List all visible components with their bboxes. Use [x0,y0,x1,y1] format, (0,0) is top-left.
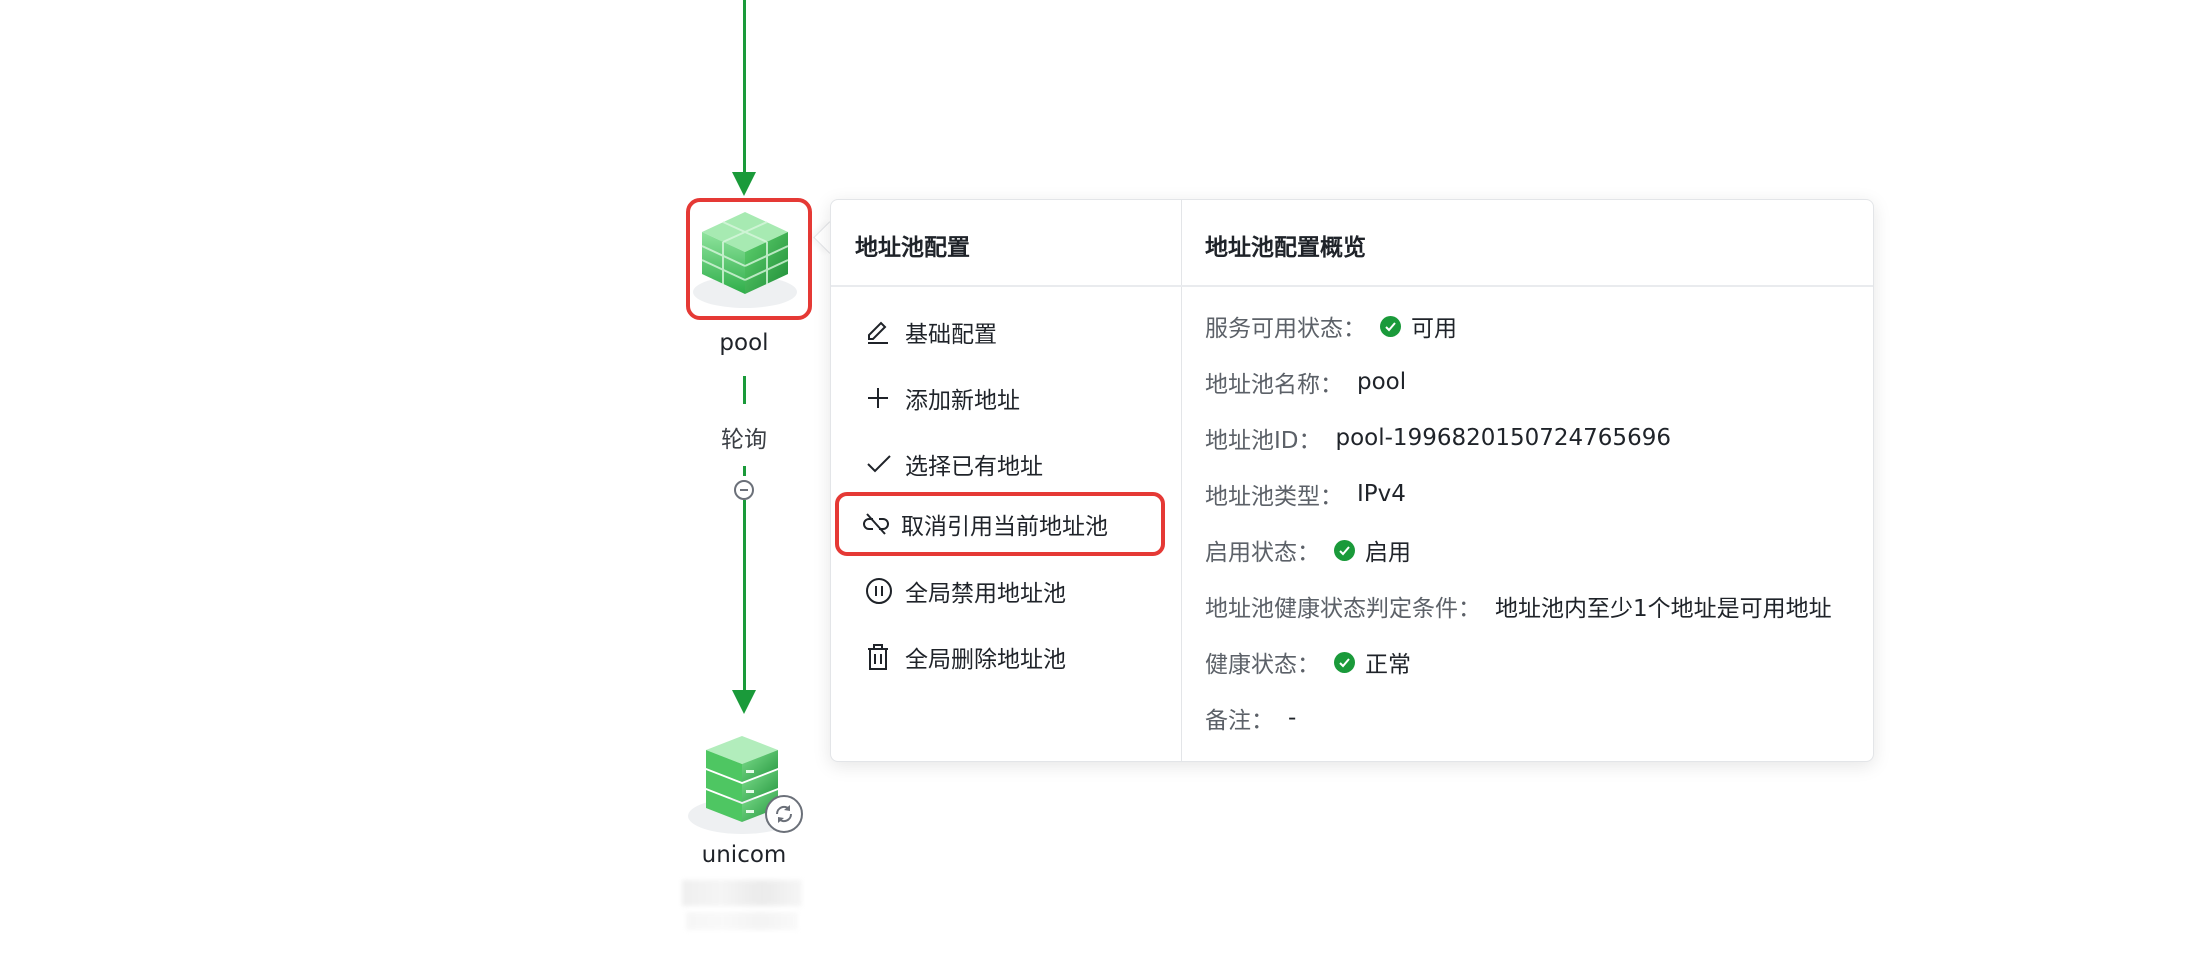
menu-delete-pool-globally[interactable]: 全局删除地址池 [851,634,1161,680]
service-status-value: 可用 [1411,316,1457,342]
flow-arrow-into-unicom [732,690,756,714]
menu-basic-config[interactable]: 基础配置 [851,309,1161,355]
status-ok-icon [1334,651,1355,673]
flow-line-bottom [743,500,746,692]
menu-select-existing-address[interactable]: 选择已有地址 [851,441,1161,487]
pool-overview-title: 地址池配置概览 [1205,235,1366,261]
check-icon [865,449,899,479]
flow-line-middle-2 [743,466,746,476]
pause-circle-icon [865,576,899,606]
pool-config-title: 地址池配置 [855,235,970,261]
plus-icon [865,383,899,413]
pool-node-highlight [686,198,812,320]
status-ok-icon [1380,315,1401,337]
flow-line-top [743,0,746,172]
sync-icon[interactable] [765,795,803,833]
flow-line-middle-1 [743,376,746,404]
edit-icon [865,317,899,347]
pool-node-label: pool [719,330,769,356]
overview-pool-type: 地址池类型： IPv4 [1205,481,1406,510]
menu-disable-pool-globally-label: 全局禁用地址池 [905,581,1066,607]
menu-select-existing-address-label: 选择已有地址 [905,454,1043,480]
pool-type-value: IPv4 [1357,481,1406,507]
menu-add-new-address-label: 添加新地址 [905,388,1020,414]
menu-disable-pool-globally[interactable]: 全局禁用地址池 [851,568,1161,614]
unicom-node-label: unicom [701,842,787,868]
unreference-highlight [835,492,1165,556]
status-ok-icon [1334,539,1355,561]
overview-enable-status: 启用状态： 启用 [1205,533,1411,567]
pool-name-value: pool [1357,369,1407,395]
pool-id-value: pool-1996820150724765696 [1335,425,1671,451]
health-condition-value: 地址池内至少1个地址是可用地址 [1495,596,1832,622]
overview-pool-name: 地址池名称： pool [1205,369,1407,398]
remark-value: - [1288,705,1297,731]
flow-arrow-into-pool [732,172,756,196]
overview-remark: 备注： - [1205,705,1297,734]
enable-status-value: 启用 [1365,540,1411,566]
collapse-edge-icon[interactable] [734,480,754,500]
overview-service-status: 服务可用状态： 可用 [1205,309,1457,343]
menu-add-new-address[interactable]: 添加新地址 [851,375,1161,421]
redacted-info [682,880,802,906]
menu-delete-pool-globally-label: 全局删除地址池 [905,647,1066,673]
overview-health-condition: 地址池健康状态判定条件： 地址池内至少1个地址是可用地址 [1205,589,1832,623]
overview-health-status: 健康状态： 正常 [1205,645,1411,679]
menu-basic-config-label: 基础配置 [905,322,997,348]
header-divider [831,285,1873,287]
pool-config-popover: 地址池配置 地址池配置概览 基础配置 添加新地址 选择已有地址 取消引用当前地址… [830,199,1874,762]
redacted-info-2 [686,912,798,930]
health-status-value: 正常 [1365,652,1411,678]
edge-label-round-robin: 轮询 [684,420,804,454]
overview-pool-id: 地址池ID： pool-1996820150724765696 [1205,425,1671,454]
trash-icon [865,642,899,672]
